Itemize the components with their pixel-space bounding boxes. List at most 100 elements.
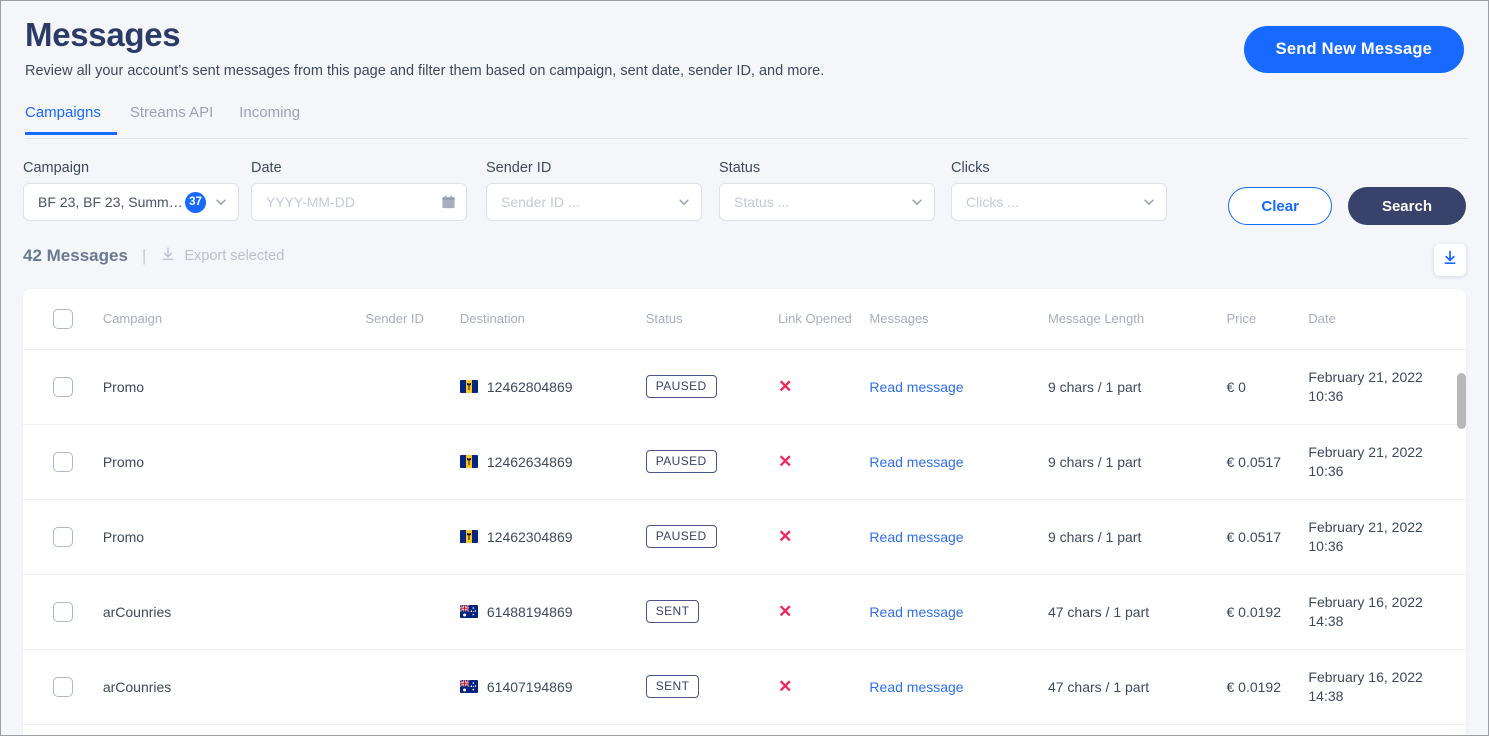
results-summary: 42 Messages | Export selected xyxy=(23,246,284,266)
australia-flag-icon xyxy=(459,680,478,693)
filter-sender-id: Sender ID Sender ID ... xyxy=(486,159,702,221)
cell-messages: Read message xyxy=(869,574,1048,650)
column-header-date[interactable]: Date xyxy=(1308,289,1466,350)
read-message-link[interactable]: Read message xyxy=(869,379,963,395)
table-scrollbar-thumb[interactable] xyxy=(1457,373,1466,429)
cell-status: PAUSED xyxy=(645,349,779,425)
date-value: February 21, 2022 xyxy=(1308,368,1423,385)
filter-bar: Campaign BF 23, BF 23, Summ… 37 Date YYY… xyxy=(23,159,1466,225)
column-header-sender-id[interactable]: Sender ID xyxy=(365,289,460,350)
export-selected-button[interactable]: Export selected xyxy=(160,246,284,266)
table-row[interactable]: arCounries xyxy=(23,574,1466,650)
read-message-link[interactable]: Read message xyxy=(869,679,963,695)
messages-table: Campaign Sender ID Destination Status Li… xyxy=(23,289,1466,725)
row-checkbox[interactable] xyxy=(53,451,73,472)
column-header-destination[interactable]: Destination xyxy=(459,289,646,350)
cell-date: February 21, 2022 10:36 xyxy=(1308,349,1466,425)
column-header-link-opened[interactable]: Link Opened xyxy=(778,289,870,350)
filter-actions: Clear Search xyxy=(1228,187,1466,225)
table-row[interactable]: Promo 12462304869 PAUSED ✕ Read message … xyxy=(23,499,1466,575)
time-value: 10:36 xyxy=(1308,462,1344,479)
date-input[interactable]: YYYY-MM-DD xyxy=(251,183,467,221)
cell-price: € 0.0517 xyxy=(1226,499,1309,575)
filter-clicks: Clicks Clicks ... xyxy=(951,159,1167,221)
chevron-down-icon xyxy=(677,195,691,209)
row-checkbox[interactable] xyxy=(53,601,73,622)
cell-status: SENT xyxy=(645,574,779,650)
tab-campaigns[interactable]: Campaigns xyxy=(25,104,117,135)
cell-link-opened: ✕ xyxy=(778,649,870,725)
link-not-opened-icon: ✕ xyxy=(778,602,793,621)
row-select-cell xyxy=(23,424,103,500)
row-checkbox[interactable] xyxy=(53,526,73,547)
filter-date-label: Date xyxy=(251,160,282,176)
cell-destination: 61488194869 xyxy=(459,574,646,650)
cell-messages: Read message xyxy=(869,649,1048,725)
cell-destination: 12462804869 xyxy=(459,349,646,425)
cell-sender-id xyxy=(365,499,460,575)
cell-campaign: Promo xyxy=(102,349,366,425)
filter-clicks-label: Clicks xyxy=(951,160,990,176)
time-value: 10:36 xyxy=(1308,387,1344,404)
download-table-button[interactable] xyxy=(1434,244,1466,276)
messages-page: Messages Review all your account’s sent … xyxy=(0,0,1489,736)
filter-campaign-label: Campaign xyxy=(23,160,90,176)
column-header-campaign[interactable]: Campaign xyxy=(102,289,366,350)
campaign-select-value: BF 23, BF 23, Summ… xyxy=(38,194,183,210)
column-header-messages[interactable]: Messages xyxy=(869,289,1048,350)
cell-price: € 0 xyxy=(1226,349,1309,425)
cell-link-opened: ✕ xyxy=(778,349,870,425)
cell-campaign: arCounries xyxy=(102,574,366,650)
table-row[interactable]: Promo 12462804869 PAUSED ✕ Read message … xyxy=(23,349,1466,425)
cell-campaign: Promo xyxy=(102,499,366,575)
calendar-icon[interactable] xyxy=(441,194,456,210)
barbados-flag-icon xyxy=(459,530,478,543)
cell-message-length: 47 chars / 1 part xyxy=(1047,574,1227,650)
clicks-placeholder: Clicks ... xyxy=(966,194,1019,210)
cell-sender-id xyxy=(365,649,460,725)
status-select[interactable]: Status ... xyxy=(719,183,935,221)
destination-number: 61488194869 xyxy=(486,603,573,620)
filter-campaign: Campaign BF 23, BF 23, Summ… 37 xyxy=(23,159,239,221)
tab-incoming[interactable]: Incoming xyxy=(226,104,313,134)
australia-flag-icon xyxy=(459,605,478,618)
cell-messages: Read message xyxy=(869,424,1048,500)
cell-date: February 21, 2022 10:36 xyxy=(1308,499,1466,575)
table-row[interactable]: Promo 12462634869 PAUSED ✕ Read message … xyxy=(23,424,1466,500)
column-header-price[interactable]: Price xyxy=(1226,289,1309,350)
column-header-status[interactable]: Status xyxy=(645,289,779,350)
filter-status-label: Status xyxy=(719,160,761,176)
row-checkbox[interactable] xyxy=(53,676,73,697)
select-all-cell xyxy=(23,289,103,350)
chevron-down-icon xyxy=(1142,195,1156,209)
row-checkbox[interactable] xyxy=(53,376,73,397)
campaign-select[interactable]: BF 23, BF 23, Summ… 37 xyxy=(23,183,239,221)
select-all-checkbox[interactable] xyxy=(53,308,73,329)
cell-link-opened: ✕ xyxy=(778,424,870,500)
cell-status: SENT xyxy=(645,649,779,725)
cell-sender-id xyxy=(365,574,460,650)
cell-campaign: arCounries xyxy=(102,649,366,725)
read-message-link[interactable]: Read message xyxy=(869,529,963,545)
table-header-row: Campaign Sender ID Destination Status Li… xyxy=(23,289,1466,350)
filter-date: Date YYYY-MM-DD xyxy=(251,159,467,221)
column-header-message-length[interactable]: Message Length xyxy=(1047,289,1227,350)
clicks-select[interactable]: Clicks ... xyxy=(951,183,1167,221)
date-value: February 16, 2022 xyxy=(1308,593,1423,610)
table-header: Campaign Sender ID Destination Status Li… xyxy=(23,289,1466,350)
cell-price: € 0.0517 xyxy=(1226,424,1309,500)
table-scrollbar[interactable] xyxy=(1457,349,1466,735)
tab-streams-api[interactable]: Streams API xyxy=(117,104,226,134)
filter-status: Status Status ... xyxy=(719,159,935,221)
status-badge: PAUSED xyxy=(645,525,717,548)
table-row[interactable]: arCounries xyxy=(23,649,1466,725)
search-button[interactable]: Search xyxy=(1347,187,1466,225)
send-new-message-button[interactable]: Send New Message xyxy=(1243,26,1464,73)
clear-button[interactable]: Clear xyxy=(1228,187,1332,225)
barbados-flag-icon xyxy=(459,455,478,468)
sender-id-select[interactable]: Sender ID ... xyxy=(486,183,702,221)
cell-status: PAUSED xyxy=(645,424,779,500)
read-message-link[interactable]: Read message xyxy=(869,604,963,620)
table-body: Promo 12462804869 PAUSED ✕ Read message … xyxy=(23,349,1466,725)
read-message-link[interactable]: Read message xyxy=(869,454,963,470)
